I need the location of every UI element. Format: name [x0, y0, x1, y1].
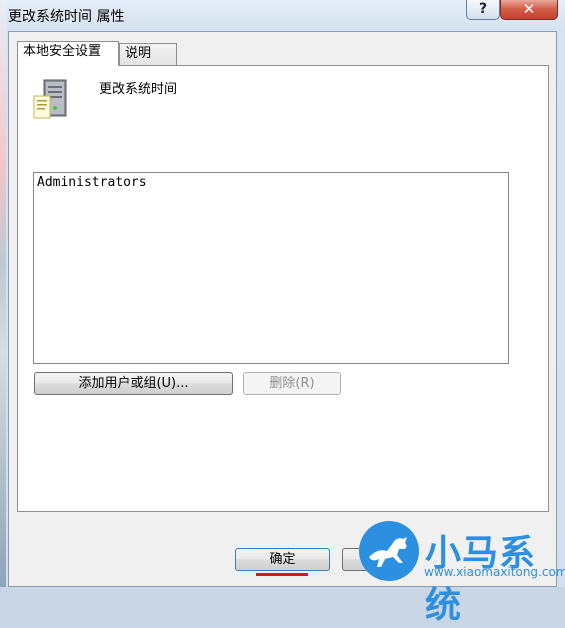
add-user-or-group-button[interactable]: 添加用户或组(U)...: [34, 372, 233, 395]
server-policy-icon: [30, 78, 74, 122]
close-button[interactable]: ✕: [500, 0, 558, 20]
ok-highlight-underline: [256, 573, 308, 576]
help-button[interactable]: ?: [466, 0, 500, 20]
policy-name: 更改系统时间: [99, 82, 178, 97]
window-title: 更改系统时间 属性: [8, 9, 125, 25]
watermark-url: www.xiaomaxitong.com: [424, 565, 565, 579]
desktop-background: [0, 0, 6, 587]
watermark-horse-logo-icon: [359, 521, 419, 581]
remove-button[interactable]: 删除(R): [243, 372, 341, 395]
members-list[interactable]: Administrators: [33, 172, 509, 364]
tab-explain[interactable]: 说明: [119, 43, 177, 65]
ok-button[interactable]: 确定: [235, 548, 330, 571]
tab-local-security-setting[interactable]: 本地安全设置: [17, 41, 119, 66]
list-item[interactable]: Administrators: [37, 175, 505, 190]
